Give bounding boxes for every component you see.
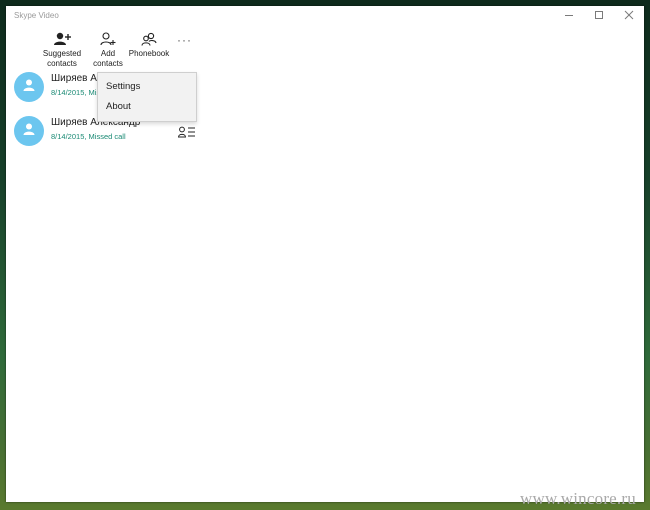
minimize-button[interactable] xyxy=(554,6,584,26)
contact-profile-icon[interactable] xyxy=(177,125,196,143)
contact-status: 8/14/2015, Mis xyxy=(51,88,101,97)
suggested-label-line2: contacts xyxy=(47,59,77,68)
menu-item-about[interactable]: About xyxy=(98,97,196,117)
maximize-button[interactable] xyxy=(584,6,614,26)
close-icon xyxy=(624,10,634,23)
add-label-line2: contacts xyxy=(93,59,123,68)
phonebook-button[interactable]: Phonebook xyxy=(126,32,172,59)
window-title: Skype Video xyxy=(14,11,59,20)
avatar xyxy=(14,72,44,102)
more-options-menu: Settings About xyxy=(97,72,197,122)
phonebook-label: Phonebook xyxy=(128,49,170,58)
avatar xyxy=(14,116,44,146)
maximize-icon xyxy=(594,10,604,23)
add-person-outline-icon xyxy=(100,32,116,49)
title-bar[interactable]: Skype Video xyxy=(6,6,644,28)
suggested-label-line1: Suggested xyxy=(42,49,82,58)
person-icon xyxy=(22,122,36,141)
add-label-line1: Add xyxy=(100,49,116,58)
watermark: www.wincore.ru xyxy=(520,489,636,508)
people-icon xyxy=(141,32,157,49)
minimize-icon xyxy=(564,10,574,23)
suggested-contacts-button[interactable]: Suggested contacts xyxy=(42,32,82,69)
add-person-filled-icon xyxy=(53,32,71,49)
contact-status: 8/14/2015, Missed call xyxy=(51,132,126,141)
close-button[interactable] xyxy=(614,6,644,26)
contact-name: Ширяев Ал xyxy=(51,73,103,84)
menu-item-settings[interactable]: Settings xyxy=(98,77,196,97)
more-options-button[interactable]: ··· xyxy=(177,33,192,47)
add-contacts-button[interactable]: Add contacts xyxy=(90,32,126,69)
skype-video-window: Skype Video Suggested contacts Add conta… xyxy=(6,6,644,508)
person-icon xyxy=(22,78,36,97)
